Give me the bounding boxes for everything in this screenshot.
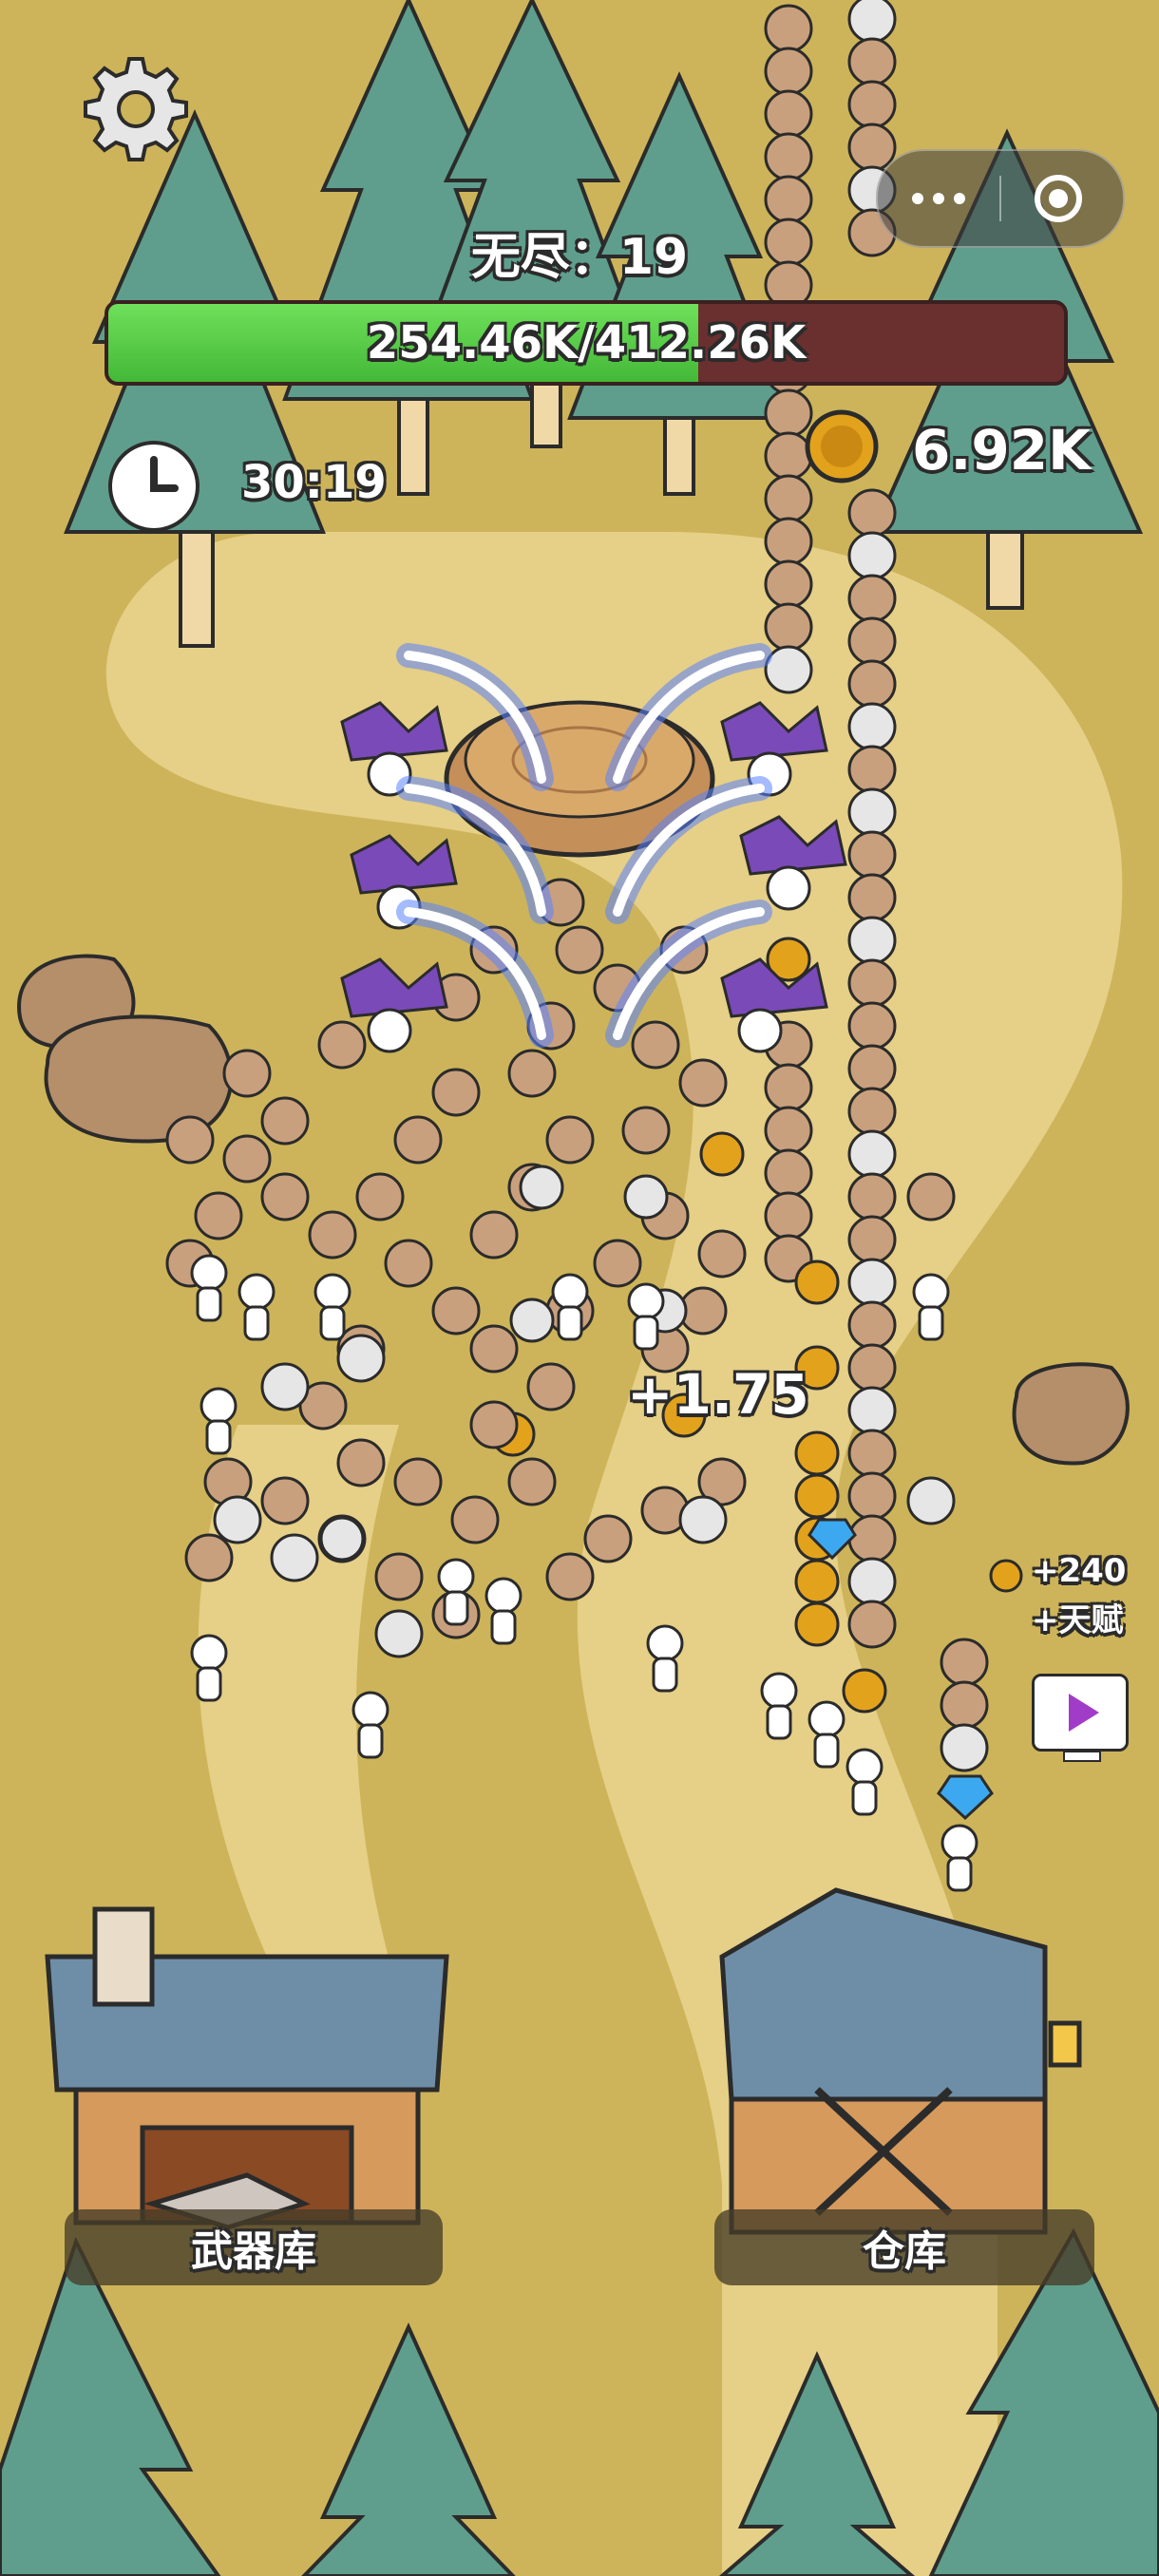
boss-hp-bar: 254.46K/412.26K	[104, 300, 1068, 386]
gold-coin-icon	[804, 408, 880, 484]
gain-float-text: +1.75	[627, 1362, 809, 1427]
settings-button[interactable]	[82, 55, 190, 163]
video-play-icon	[1069, 1694, 1099, 1732]
clock-icon	[106, 439, 201, 534]
bonus-coin-icon	[988, 1558, 1024, 1594]
capsule-divider	[999, 176, 1001, 221]
wave-label: 无尽：19	[470, 229, 689, 286]
bonus-talent-text: +天赋	[1032, 1601, 1124, 1639]
tv-stand	[1063, 1751, 1101, 1762]
timer-text: 30:19	[241, 456, 387, 509]
bonus-coins-text: +240	[1032, 1552, 1127, 1590]
hp-text: 254.46K/412.26K	[366, 316, 807, 369]
game-scene	[0, 0, 1159, 2576]
watch-ad-button[interactable]	[1032, 1674, 1129, 1762]
armory-building	[45, 1906, 449, 2230]
coin-count: 6.92K	[912, 418, 1092, 483]
warehouse-building	[719, 1887, 1082, 2235]
armory-button[interactable]: 武器库	[65, 2209, 443, 2285]
gear-icon	[84, 57, 188, 161]
warehouse-button[interactable]: 仓库	[714, 2209, 1094, 2285]
